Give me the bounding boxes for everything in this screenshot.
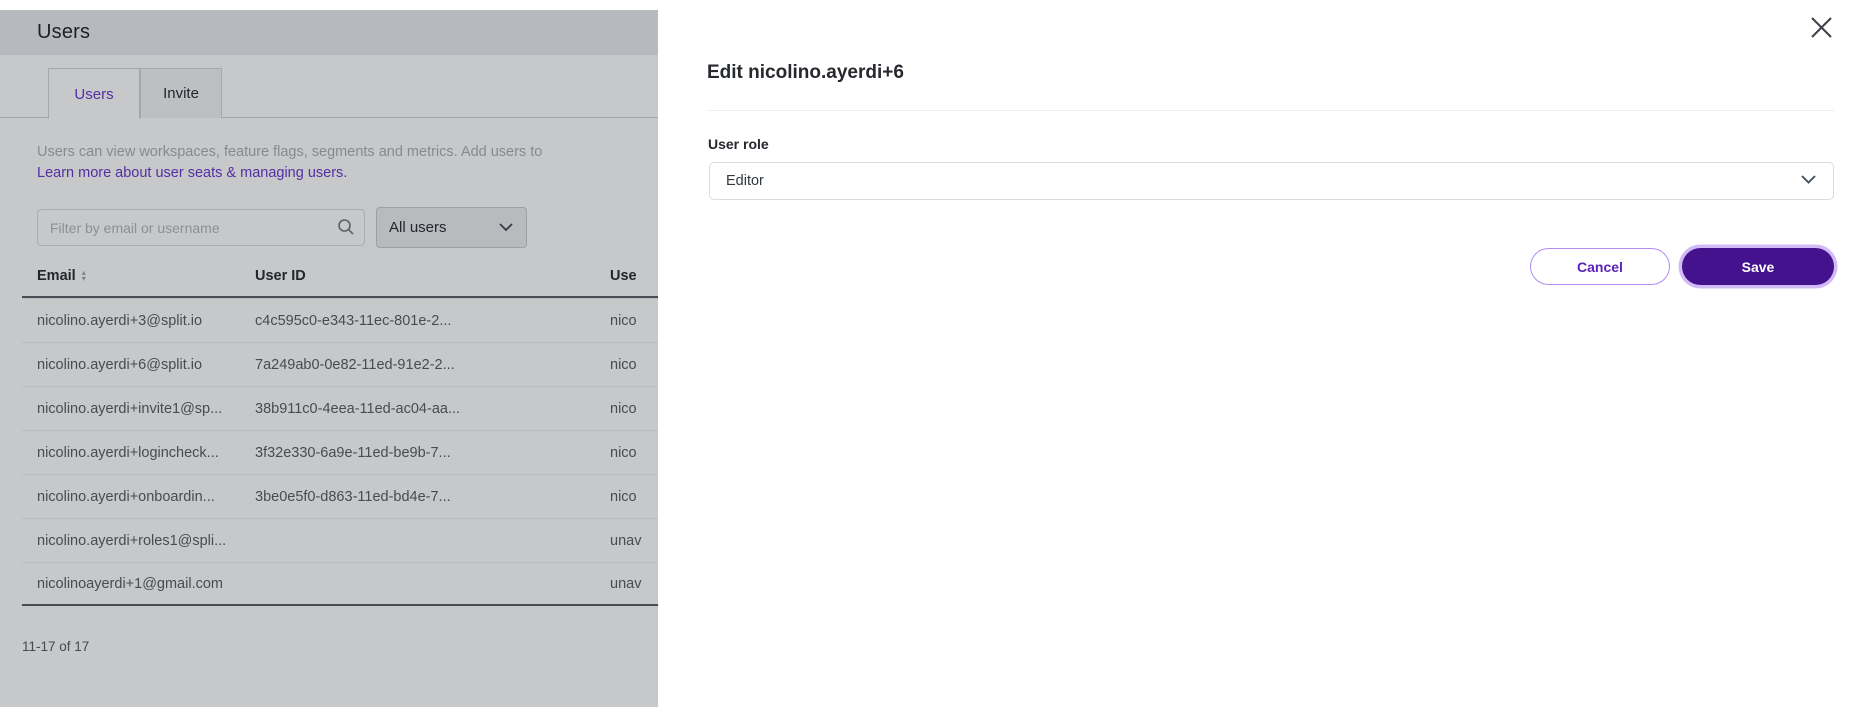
modal-title: Edit nicolino.ayerdi+6 [707, 62, 904, 84]
modal-actions: Cancel Save [1530, 248, 1834, 285]
user-role-select[interactable]: Editor [709, 162, 1834, 200]
close-icon[interactable] [1807, 13, 1835, 41]
user-role-label: User role [708, 136, 769, 152]
save-button[interactable]: Save [1682, 248, 1834, 285]
cancel-button[interactable]: Cancel [1530, 248, 1670, 285]
chevron-down-icon [1800, 173, 1817, 189]
user-role-value: Editor [726, 173, 764, 189]
modal-scrim[interactable] [0, 10, 658, 707]
modal-divider [707, 110, 1834, 111]
edit-user-modal: Edit nicolino.ayerdi+6 User role Editor … [658, 0, 1856, 716]
